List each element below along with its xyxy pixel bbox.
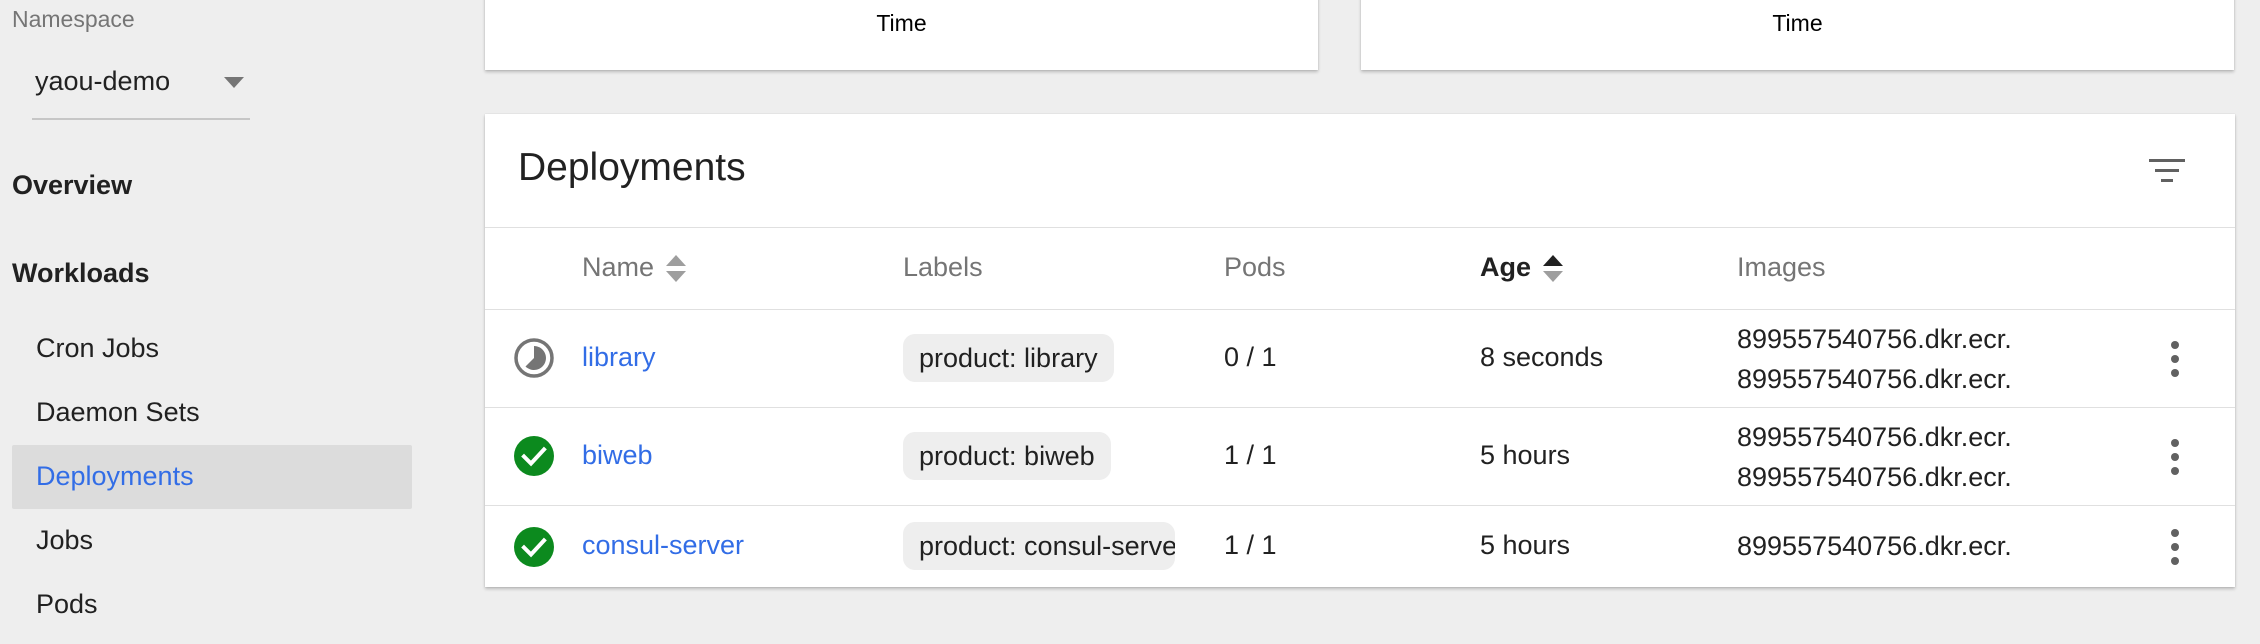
- deployments-title: Deployments: [518, 146, 746, 189]
- sort-icon[interactable]: [666, 254, 687, 284]
- column-header-name[interactable]: Name: [582, 252, 687, 284]
- deployment-name-link[interactable]: biweb: [582, 440, 653, 471]
- more-vert-icon[interactable]: [2165, 527, 2185, 567]
- deployment-age: 5 hours: [1480, 440, 1571, 470]
- images-cell: 899557540756.dkr.ecr.: [1737, 526, 2012, 566]
- image-name: 899557540756.dkr.ecr.: [1737, 364, 2012, 394]
- namespace-value: yaou-demo: [35, 66, 171, 96]
- pending-status-icon: [514, 338, 554, 378]
- label-chip: product: biweb: [903, 432, 1111, 480]
- pods-count: 1 / 1: [1224, 530, 1277, 560]
- chart-x-axis-title: Time: [1772, 10, 1823, 36]
- namespace-label: Namespace: [12, 6, 135, 32]
- namespace-select[interactable]: yaou-demo: [32, 60, 250, 120]
- sort-icon[interactable]: [1543, 254, 1564, 284]
- sidebar-item-label: Pods: [36, 589, 98, 619]
- column-header-labels: Labels: [903, 252, 983, 282]
- table-row: library product: library 0 / 1 8 seconds…: [485, 310, 2235, 407]
- deployment-name-link[interactable]: consul-server: [582, 530, 744, 561]
- table-row: biweb product: biweb 1 / 1 5 hours 89955…: [485, 408, 2235, 505]
- sidebar-item-cron-jobs[interactable]: Cron Jobs: [12, 317, 412, 381]
- image-name: 899557540756.dkr.ecr.: [1737, 422, 2012, 452]
- check-circle-icon: [514, 436, 554, 476]
- check-circle-icon: [514, 527, 554, 567]
- images-cell: 899557540756.dkr.ecr. 899557540756.dkr.e…: [1737, 319, 2012, 399]
- deployment-name-link[interactable]: library: [582, 342, 656, 373]
- sidebar-item-pods[interactable]: Pods: [12, 573, 412, 637]
- cpu-usage-chart-card: Time: [485, 0, 1318, 70]
- column-header-images: Images: [1737, 252, 1826, 282]
- label-chip: product: consul-serve: [903, 522, 1175, 570]
- image-name: 899557540756.dkr.ecr.: [1737, 462, 2012, 492]
- table-row: consul-server product: consul-serve 1 / …: [485, 506, 2235, 586]
- nav-workloads[interactable]: Workloads: [12, 258, 150, 289]
- images-cell: 899557540756.dkr.ecr. 899557540756.dkr.e…: [1737, 417, 2012, 497]
- deployments-card: Deployments Name Labels Pods Age Images …: [485, 114, 2235, 587]
- image-name: 899557540756.dkr.ecr.: [1737, 531, 2012, 561]
- sidebar-item-deployments[interactable]: Deployments: [12, 445, 412, 509]
- sidebar-item-label: Deployments: [36, 461, 194, 491]
- column-header-age[interactable]: Age: [1480, 252, 1564, 284]
- deployment-age: 5 hours: [1480, 530, 1571, 560]
- nav-overview[interactable]: Overview: [12, 170, 132, 201]
- pods-count: 0 / 1: [1224, 342, 1277, 372]
- chevron-down-icon: [224, 77, 244, 88]
- column-header-pods: Pods: [1224, 252, 1286, 282]
- sidebar-item-label: Jobs: [36, 525, 94, 555]
- chart-x-axis-title: Time: [876, 10, 927, 36]
- sidebar-item-label: Daemon Sets: [36, 397, 200, 427]
- filter-icon[interactable]: [2147, 156, 2187, 186]
- column-age-label: Age: [1480, 252, 1532, 282]
- more-vert-icon[interactable]: [2165, 339, 2185, 379]
- label-chip: product: library: [903, 334, 1114, 382]
- divider: [485, 227, 2235, 228]
- deployment-age: 8 seconds: [1480, 342, 1604, 372]
- sidebar-item-jobs[interactable]: Jobs: [12, 509, 412, 573]
- image-name: 899557540756.dkr.ecr.: [1737, 324, 2012, 354]
- more-vert-icon[interactable]: [2165, 437, 2185, 477]
- sidebar-item-label: Cron Jobs: [36, 333, 160, 363]
- pods-count: 1 / 1: [1224, 440, 1277, 470]
- memory-usage-chart-card: Time: [1361, 0, 2234, 70]
- sidebar-item-daemon-sets[interactable]: Daemon Sets: [12, 381, 412, 445]
- column-name-label: Name: [582, 252, 655, 282]
- sidebar: Namespace yaou-demo Overview Workloads C…: [0, 0, 430, 644]
